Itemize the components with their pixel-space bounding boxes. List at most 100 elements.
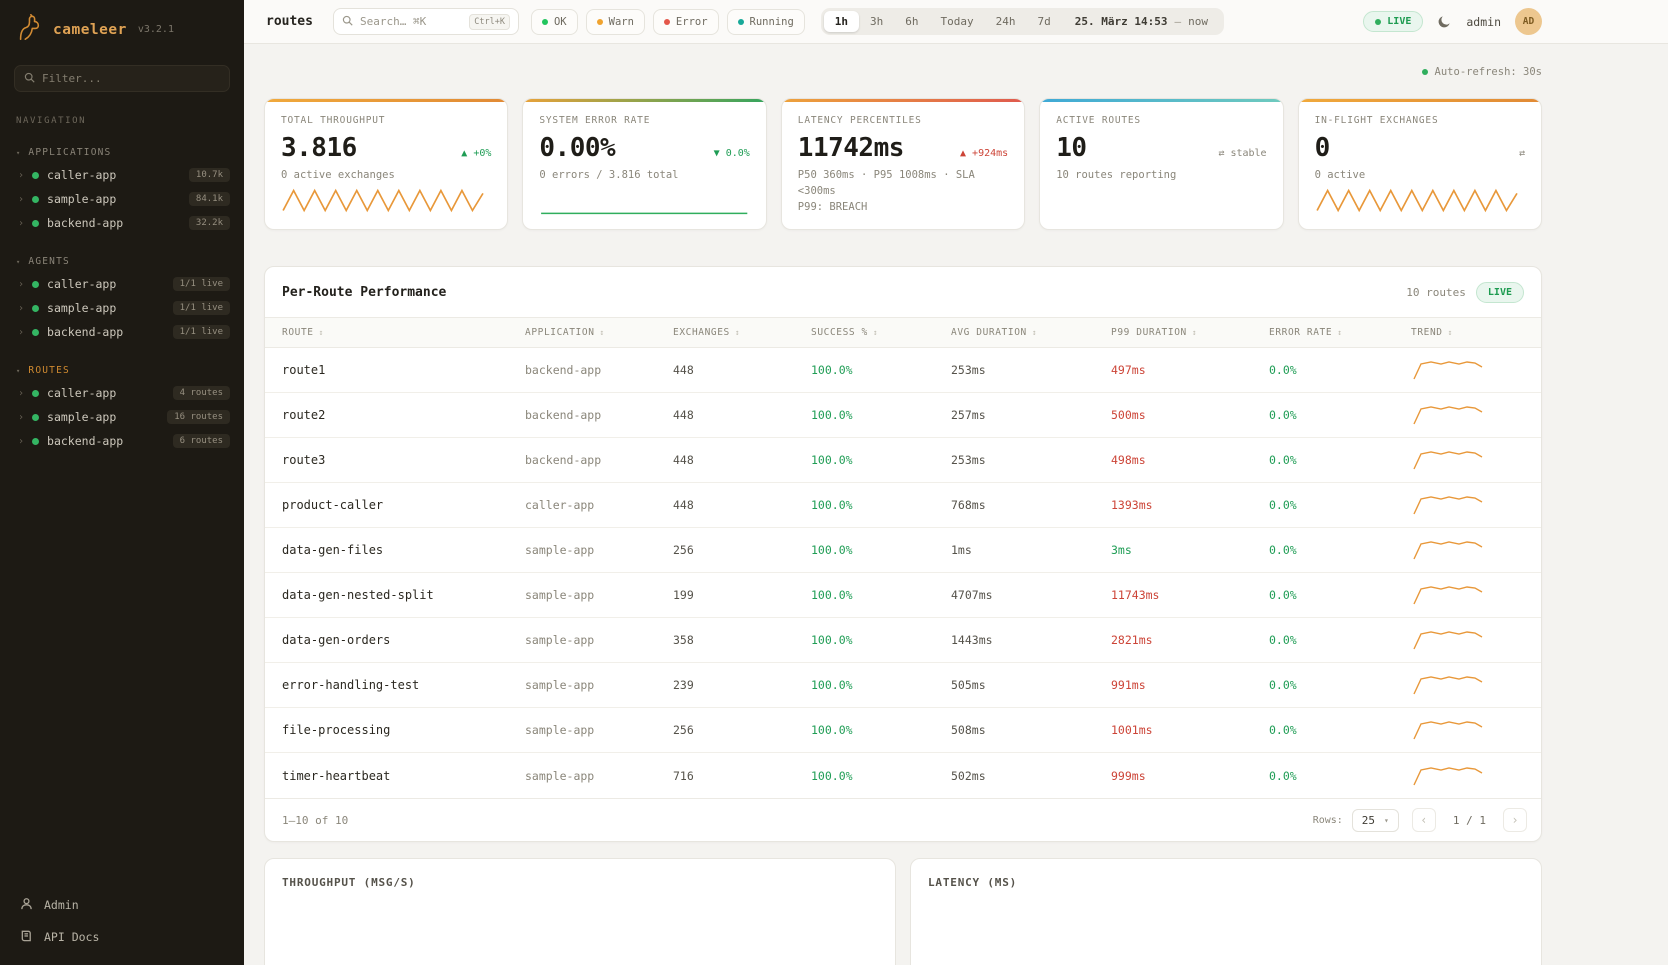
sidebar-filter[interactable] [14, 65, 230, 92]
sidebar-item-label: sample-app [47, 410, 159, 424]
cell-error-rate: 0.0% [1269, 453, 1411, 467]
sidebar-admin-link[interactable]: Admin [18, 889, 226, 921]
sidebar-item-applications-sample-app[interactable]: ›sample-app84.1k [0, 187, 244, 211]
cell-success: 100.0% [811, 498, 951, 512]
kpi-label: LATENCY PERCENTILES [798, 115, 1008, 126]
sidebar-item-applications-backend-app[interactable]: ›backend-app32.2k [0, 211, 244, 235]
prev-page-button[interactable]: ‹ [1412, 808, 1436, 832]
table-row-data-gen-nested-split[interactable]: data-gen-nested-split sample-app 199 100… [265, 573, 1541, 618]
sidebar-item-label: sample-app [47, 301, 165, 315]
sidebar-section-agents: ▾AGENTS›caller-app1/1 live›sample-app1/1… [0, 253, 244, 344]
sidebar-item-routes-backend-app[interactable]: ›backend-app6 routes [0, 429, 244, 453]
range-button-1h[interactable]: 1h [824, 11, 859, 32]
refresh-dot-icon [1422, 69, 1428, 75]
table-row-route3[interactable]: route3 backend-app 448 100.0% 253ms 498m… [265, 438, 1541, 483]
page-content: Auto-refresh: 30s TOTAL THROUGHPUT 3.816… [244, 44, 1668, 965]
cell-avg-duration: 502ms [951, 769, 1111, 783]
cell-route: route1 [282, 363, 525, 377]
table-footer-right: Rows: 25 ▾ ‹ 1 / 1 › [1313, 808, 1527, 832]
sidebar-api-docs-link[interactable]: API Docs [18, 921, 226, 953]
cell-route: route2 [282, 408, 525, 422]
chip-dot-icon [542, 19, 548, 25]
cell-avg-duration: 508ms [951, 723, 1111, 737]
chevron-right-icon: › [18, 194, 24, 205]
section-header-applications[interactable]: ▾APPLICATIONS [0, 144, 244, 163]
filter-chip-running[interactable]: Running [727, 9, 805, 35]
cell-route: data-gen-nested-split [282, 588, 525, 602]
cell-p99-duration: 999ms [1111, 769, 1269, 783]
kpi-label: TOTAL THROUGHPUT [281, 115, 491, 126]
table-row-data-gen-orders[interactable]: data-gen-orders sample-app 358 100.0% 14… [265, 618, 1541, 663]
status-dot-icon [32, 390, 39, 397]
range-button-6h[interactable]: 6h [894, 11, 929, 32]
range-button-24h[interactable]: 24h [985, 11, 1027, 32]
cell-avg-duration: 253ms [951, 453, 1111, 467]
table-row-product-caller[interactable]: product-caller caller-app 448 100.0% 768… [265, 483, 1541, 528]
cell-application: sample-app [525, 633, 673, 647]
next-page-button[interactable]: › [1503, 808, 1527, 832]
column-header-error-rate[interactable]: ERROR RATE↕ [1269, 327, 1411, 338]
kpi-delta: ⇄ stable [1218, 148, 1266, 159]
trend-sparkline [1411, 404, 1541, 426]
table-footer: 1–10 of 10 Rows: 25 ▾ ‹ 1 / 1 › [265, 798, 1541, 841]
filter-chip-error[interactable]: Error [653, 9, 719, 35]
rows-per-page-select[interactable]: 25 ▾ [1352, 809, 1399, 832]
sidebar-item-routes-sample-app[interactable]: ›sample-app16 routes [0, 405, 244, 429]
section-header-routes[interactable]: ▾ ROUTES [0, 362, 244, 381]
column-header-exchanges[interactable]: EXCHANGES↕ [673, 327, 811, 338]
column-header-application[interactable]: APPLICATION↕ [525, 327, 673, 338]
table-row-route1[interactable]: route1 backend-app 448 100.0% 253ms 497m… [265, 348, 1541, 393]
cell-error-rate: 0.0% [1269, 588, 1411, 602]
column-header-p99-duration[interactable]: P99 DURATION↕ [1111, 327, 1269, 338]
cell-application: sample-app [525, 723, 673, 737]
cell-exchanges: 239 [673, 678, 811, 692]
sidebar-item-agents-caller-app[interactable]: ›caller-app1/1 live [0, 272, 244, 296]
sidebar-footer: Admin API Docs [0, 889, 244, 953]
cell-p99-duration: 1393ms [1111, 498, 1269, 512]
sidebar-item-agents-backend-app[interactable]: ›backend-app1/1 live [0, 320, 244, 344]
chevron-down-icon: ▾ [16, 367, 21, 375]
sidebar-item-applications-caller-app[interactable]: ›caller-app10.7k [0, 163, 244, 187]
cell-route: route3 [282, 453, 525, 467]
dark-mode-toggle[interactable] [1437, 14, 1452, 29]
pagination-range: 1–10 of 10 [282, 814, 348, 827]
rows-per-page-value: 25 [1362, 814, 1375, 827]
filter-chip-ok[interactable]: OK [531, 9, 578, 35]
status-dot-icon [32, 281, 39, 288]
sidebar-item-agents-sample-app[interactable]: ›sample-app1/1 live [0, 296, 244, 320]
column-header-success[interactable]: SUCCESS %↕ [811, 327, 951, 338]
table-row-data-gen-files[interactable]: data-gen-files sample-app 256 100.0% 1ms… [265, 528, 1541, 573]
kpi-subtitle: 10 routes reporting [1056, 168, 1266, 184]
cell-success: 100.0% [811, 678, 951, 692]
range-button-today[interactable]: Today [930, 11, 985, 32]
table-row-file-processing[interactable]: file-processing sample-app 256 100.0% 50… [265, 708, 1541, 753]
table-row-error-handling-test[interactable]: error-handling-test sample-app 239 100.0… [265, 663, 1541, 708]
kpi-card-system-error-rate: SYSTEM ERROR RATE 0.00% ▼ 0.0% 0 errors … [522, 98, 766, 230]
cell-success: 100.0% [811, 408, 951, 422]
cell-application: backend-app [525, 453, 673, 467]
column-header-avg-duration[interactable]: AVG DURATION↕ [951, 327, 1111, 338]
column-header-trend[interactable]: TREND↕ [1411, 327, 1541, 338]
filter-chip-warn[interactable]: Warn [586, 9, 645, 35]
kpi-delta: ▲ +924ms [960, 148, 1008, 159]
cell-success: 100.0% [811, 633, 951, 647]
table-row-route2[interactable]: route2 backend-app 448 100.0% 257ms 500m… [265, 393, 1541, 438]
table-live-badge: LIVE [1476, 282, 1524, 303]
range-button-7d[interactable]: 7d [1027, 11, 1062, 32]
global-search-input[interactable] [360, 15, 462, 28]
route-table-body: route1 backend-app 448 100.0% 253ms 497m… [265, 348, 1541, 798]
global-search[interactable]: Ctrl+K [333, 8, 519, 35]
time-range-display: 25. März 14:53 — now [1062, 15, 1221, 28]
column-header-route[interactable]: ROUTE↕ [282, 327, 525, 338]
sidebar-item-routes-caller-app[interactable]: ›caller-app4 routes [0, 381, 244, 405]
avatar[interactable]: AD [1515, 8, 1542, 35]
sort-icon: ↕ [319, 328, 324, 337]
kpi-card-total-throughput: TOTAL THROUGHPUT 3.816 ▲ +0% 0 active ex… [264, 98, 508, 230]
cell-p99-duration: 991ms [1111, 678, 1269, 692]
section-label: ROUTES [28, 365, 70, 376]
section-header-agents[interactable]: ▾AGENTS [0, 253, 244, 272]
cell-success: 100.0% [811, 363, 951, 377]
range-button-3h[interactable]: 3h [859, 11, 894, 32]
table-row-timer-heartbeat[interactable]: timer-heartbeat sample-app 716 100.0% 50… [265, 753, 1541, 798]
sidebar-filter-input[interactable] [42, 72, 220, 85]
